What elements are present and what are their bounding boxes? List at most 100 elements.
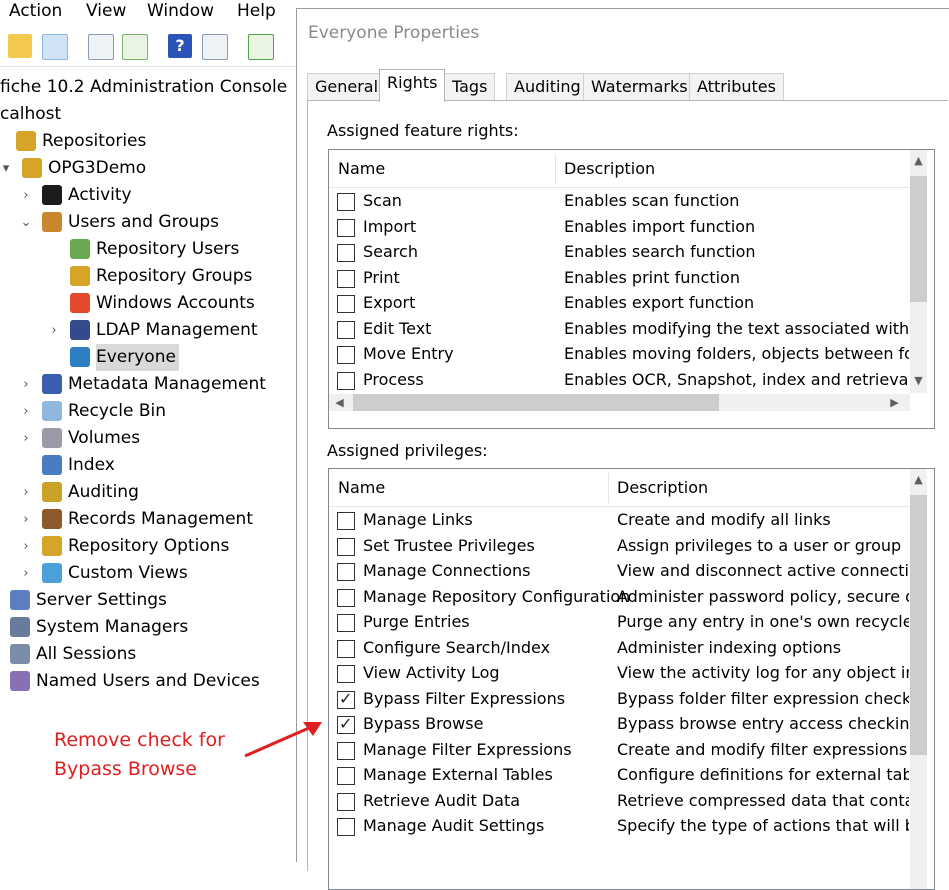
menu-window[interactable]: Window (147, 0, 214, 24)
expand-chevron-icon[interactable]: › (48, 317, 60, 344)
scroll-up-icon[interactable]: ▲ (910, 152, 927, 169)
list-row[interactable]: Export Enables export function (329, 293, 909, 319)
tree-item[interactable]: › Metadata Management (0, 371, 296, 398)
checkbox[interactable] (337, 244, 355, 262)
tree-item[interactable]: Everyone (0, 344, 296, 371)
list-row[interactable]: Print Enables print function (329, 268, 909, 294)
tree-item[interactable]: › LDAP Management (0, 317, 296, 344)
tab-watermarks[interactable]: Watermarks (583, 73, 696, 100)
expand-chevron-icon[interactable]: › (20, 560, 32, 587)
tree-item[interactable]: Server Settings (0, 587, 296, 614)
list-row[interactable]: View Activity Log View the activity log f… (329, 663, 909, 689)
expand-chevron-icon[interactable]: › (20, 398, 32, 425)
tab-auditing[interactable]: Auditing (506, 73, 589, 100)
checkbox[interactable] (337, 818, 355, 836)
checkbox[interactable] (337, 193, 355, 211)
column-header-description[interactable]: Description (608, 469, 708, 506)
refresh-icon[interactable] (248, 34, 274, 60)
checkbox[interactable] (337, 218, 355, 237)
list-row[interactable]: Move Entry Enables moving folders, object… (329, 344, 909, 370)
expand-chevron-icon[interactable]: › (20, 182, 32, 209)
checkbox[interactable] (337, 269, 355, 288)
checkbox[interactable] (337, 346, 355, 364)
list-row[interactable]: Manage Links Create and modify all links (329, 510, 909, 536)
list-row[interactable]: Retrieve Audit Data Retrieve compressed d… (329, 791, 909, 817)
list-row[interactable]: Scan Enables scan function (329, 191, 909, 217)
tree-item[interactable]: › Repository Options (0, 533, 296, 560)
list-row[interactable]: Manage Audit Settings Specify the type of… (329, 816, 909, 842)
tree-item[interactable]: Windows Accounts (0, 290, 296, 317)
privileges-vscrollbar[interactable]: ▲ (910, 469, 927, 889)
show-hide-tree-icon[interactable] (42, 34, 68, 60)
expand-chevron-icon[interactable]: › (20, 479, 32, 506)
tab-rights[interactable]: Rights (379, 69, 446, 102)
tree-item[interactable]: › Auditing (0, 479, 296, 506)
checkbox[interactable] (337, 614, 355, 632)
scroll-up-icon[interactable]: ▲ (910, 471, 927, 488)
tab-tags[interactable]: Tags (444, 73, 496, 100)
feature-rights-vscrollbar[interactable]: ▲ ▼ (910, 150, 927, 393)
menu-view[interactable]: View (86, 0, 126, 24)
checkbox[interactable] (337, 792, 355, 811)
scroll-right-icon[interactable]: ▶ (886, 394, 903, 411)
list-row[interactable]: Purge Entries Purge any entry in one's ow… (329, 612, 909, 638)
list-row[interactable]: Bypass Browse Bypass browse entry access … (329, 714, 909, 740)
tree-item[interactable]: fiche 10.2 Administration Console (0, 74, 296, 101)
expand-chevron-icon[interactable]: › (20, 425, 32, 452)
tree-item[interactable]: › Recycle Bin (0, 398, 296, 425)
checkbox[interactable] (337, 371, 355, 390)
checkbox[interactable] (337, 320, 355, 339)
tree-item[interactable]: calhost (0, 101, 296, 128)
tree-item[interactable]: Repositories (0, 128, 296, 155)
scroll-left-icon[interactable]: ◀ (331, 394, 348, 411)
checkbox[interactable] (337, 512, 355, 530)
checkbox[interactable] (337, 588, 355, 607)
column-header-description[interactable]: Description (555, 150, 655, 187)
list-row[interactable]: Set Trustee Privileges Assign privileges … (329, 536, 909, 562)
folder-up-icon[interactable] (8, 34, 32, 58)
expand-chevron-icon[interactable]: › (20, 506, 32, 533)
list-row[interactable]: Manage Filter Expressions Create and modi… (329, 740, 909, 766)
checkbox[interactable] (337, 563, 355, 581)
checkbox[interactable] (337, 689, 355, 709)
properties-icon[interactable] (88, 34, 114, 60)
tree-item[interactable]: Repository Groups (0, 263, 296, 290)
tab-attributes[interactable]: Attributes (689, 73, 784, 100)
list-row[interactable]: Bypass Filter Expressions Bypass folder f… (329, 689, 909, 715)
tree-item[interactable]: ▾ OPG3Demo (0, 155, 296, 182)
tree-item[interactable]: ⌄ Users and Groups (0, 209, 296, 236)
tree-item[interactable]: › Volumes (0, 425, 296, 452)
list-row[interactable]: Manage External Tables Configure definiti… (329, 765, 909, 791)
feature-rights-hscrollbar[interactable]: ◀ ▶ (329, 394, 910, 411)
checkbox[interactable] (337, 665, 355, 683)
tree-item[interactable]: › Records Management (0, 506, 296, 533)
scroll-thumb[interactable] (910, 495, 927, 755)
scroll-thumb[interactable] (910, 176, 927, 302)
tree-item[interactable]: Index (0, 452, 296, 479)
tree-item[interactable]: › Custom Views (0, 560, 296, 587)
list-row[interactable]: Manage Connections View and disconnect ac… (329, 561, 909, 587)
console-icon[interactable] (202, 34, 228, 60)
tree-item[interactable]: › Activity (0, 182, 296, 209)
checkbox[interactable] (337, 714, 355, 734)
column-header-name[interactable]: Name (329, 150, 385, 187)
list-row[interactable]: Manage Repository Configuration Administe… (329, 587, 909, 613)
export-list-icon[interactable] (122, 34, 148, 60)
scroll-down-icon[interactable]: ▼ (910, 372, 927, 389)
tree-item[interactable]: Named Users and Devices (0, 668, 296, 695)
tab-general[interactable]: General (307, 73, 387, 100)
tree-item[interactable]: System Managers (0, 614, 296, 641)
checkbox[interactable] (337, 537, 355, 556)
checkbox[interactable] (337, 639, 355, 658)
collapse-chevron-icon[interactable]: ⌄ (20, 209, 32, 236)
checkbox[interactable] (337, 741, 355, 760)
list-row[interactable]: Import Enables import function (329, 217, 909, 243)
column-header-name[interactable]: Name (329, 469, 385, 506)
tree-item[interactable]: Repository Users (0, 236, 296, 263)
scroll-thumb-horizontal[interactable] (353, 394, 719, 411)
expand-chevron-icon[interactable]: › (20, 371, 32, 398)
collapse-chevron-icon[interactable]: ▾ (0, 155, 12, 182)
menu-action[interactable]: Action (9, 0, 62, 24)
list-row[interactable]: Configure Search/Index Administer indexin… (329, 638, 909, 664)
checkbox[interactable] (337, 295, 355, 313)
